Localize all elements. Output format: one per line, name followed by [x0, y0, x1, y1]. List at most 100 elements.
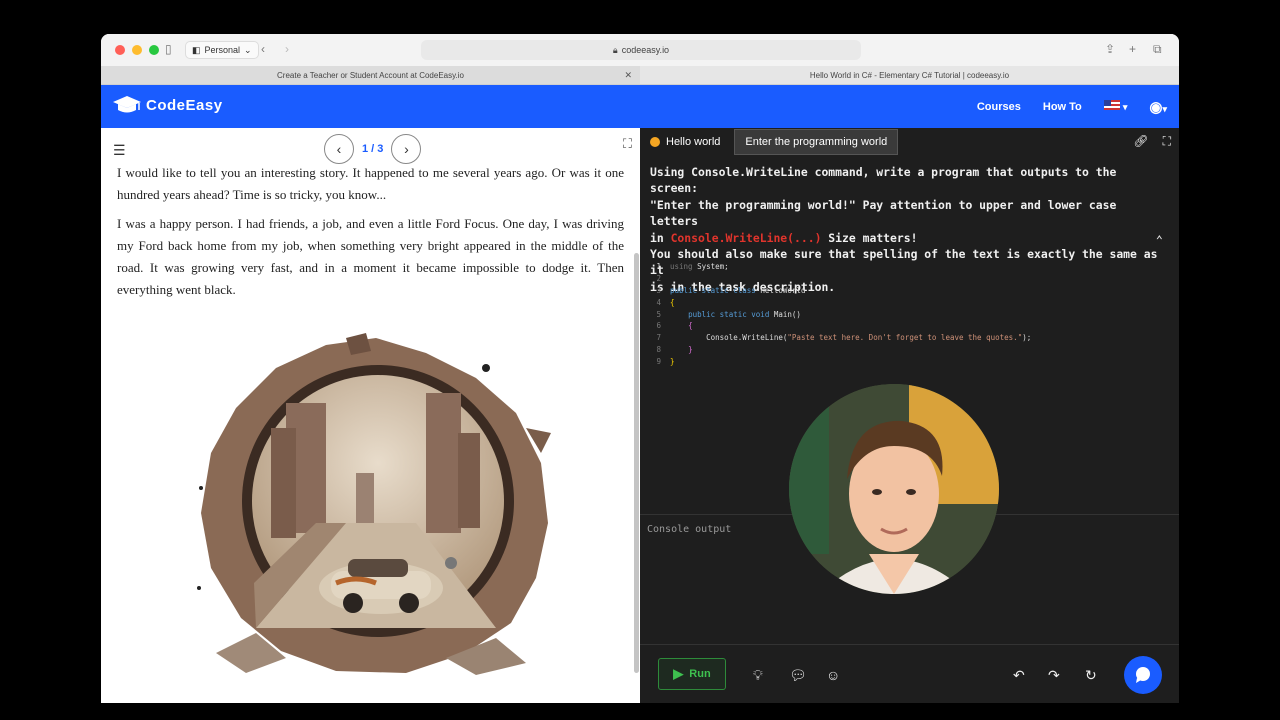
code-token: System; — [697, 262, 729, 272]
story-paragraph: I was a happy person. I had friends, a j… — [117, 216, 624, 297]
page-indicator: 1 / 3 — [362, 143, 384, 155]
code-line: 3 public static class HelloWorld — [640, 285, 1170, 297]
next-page-button[interactable]: › — [391, 134, 422, 164]
task-text: Size matters! — [821, 230, 918, 245]
tab-create-account[interactable]: Create a Teacher or Student Account at C… — [101, 66, 640, 84]
task-text: in — [650, 230, 671, 245]
profile-icon: ◧ — [192, 44, 201, 55]
tab-overview-icon[interactable]: ⧉ — [1153, 42, 1162, 57]
code-token: } — [688, 344, 693, 354]
chevron-down-icon: ▾ — [1162, 103, 1167, 114]
language-selector[interactable]: ▾ — [1103, 100, 1127, 113]
minimize-window-button[interactable] — [132, 45, 142, 55]
nav-howto[interactable]: How To — [1043, 101, 1082, 113]
forward-icon[interactable]: › — [285, 42, 289, 56]
browser-toolbar: ▯ ◧ Personal ⌄ ‹ › 🔒︎ codeeasy.io ⇪ + ⧉ — [101, 34, 1179, 66]
tab-enter-programming-world[interactable]: Enter the programming world — [734, 129, 899, 155]
profile-label: Personal — [204, 45, 241, 55]
tab-title: Hello World in C# - Elementary C# Tutori… — [809, 70, 1010, 80]
codeeasy-logo[interactable]: CodeEasy — [112, 95, 223, 115]
code-token: public static void — [688, 309, 770, 319]
task-tabs: Hello world Enter the programming world … — [640, 128, 1179, 156]
address-bar[interactable]: 🔒︎ codeeasy.io — [421, 40, 861, 60]
code-line: 8 } — [640, 344, 1170, 356]
task-line: Using Console.WriteLine command, write a… — [650, 165, 1117, 196]
link-icon[interactable]: 🔗︎ — [1133, 134, 1148, 149]
story-panel: ☰ ‹ 1 / 3 › ⛶ I would like to tell you a… — [101, 128, 640, 703]
task-line: in Console.WriteLine(...) Size matters! — [650, 230, 1169, 246]
story-scrollbar[interactable] — [634, 253, 639, 673]
console-placeholder: Console output — [647, 524, 732, 535]
fullscreen-icon[interactable]: ⛶ — [1163, 134, 1171, 149]
code-token: ); — [1022, 333, 1032, 343]
reset-icon[interactable]: ↻ — [1085, 667, 1097, 684]
task-description: Using Console.WriteLine command, write a… — [640, 156, 1179, 294]
line-number: 1 — [656, 262, 661, 272]
chevron-down-icon: ⌄ — [244, 44, 252, 55]
tab-bar: Create a Teacher or Student Account at C… — [101, 66, 1179, 85]
url-text: codeeasy.io — [621, 45, 670, 55]
line-number: 8 — [656, 344, 661, 354]
line-number: 3 — [656, 285, 661, 295]
graduation-cap-icon — [113, 96, 141, 113]
back-icon[interactable]: ‹ — [261, 42, 265, 56]
editor-controls: ▶ Run 💡︎ 💬︎ ☺ ↶ ↷ ↻ — [640, 644, 1179, 703]
story-toolbar: ☰ ‹ 1 / 3 › ⛶ — [101, 128, 640, 170]
undo-icon[interactable]: ↶ — [1013, 667, 1025, 684]
tab-label: Hello world — [666, 136, 721, 148]
window-controls — [115, 45, 159, 55]
smiley-icon[interactable]: ☺ — [826, 667, 840, 683]
new-tab-icon[interactable]: + — [1129, 42, 1136, 56]
code-token: public static class — [670, 285, 756, 295]
code-token: Console.WriteLine( — [706, 333, 788, 343]
user-menu[interactable]: ◉▾ — [1149, 98, 1167, 116]
close-window-button[interactable] — [115, 45, 125, 55]
run-label: Run — [689, 668, 711, 680]
expand-icon[interactable]: ⛶ — [623, 136, 632, 152]
tab-hello-world[interactable]: Hello World in C# - Elementary C# Tutori… — [640, 66, 1179, 84]
code-token: HelloWorld — [760, 285, 806, 295]
discussion-icon[interactable]: 💬︎ — [789, 667, 807, 684]
code-token: Main() — [773, 309, 801, 319]
redo-icon[interactable]: ↷ — [1048, 667, 1060, 684]
story-text: I would like to tell you an interesting … — [101, 162, 640, 301]
code-line: 1 using System; — [640, 261, 1170, 273]
profile-selector[interactable]: ◧ Personal ⌄ — [185, 41, 259, 59]
line-number: 6 — [656, 321, 661, 331]
code-line: 2 — [640, 273, 1170, 285]
run-button[interactable]: ▶ Run — [658, 658, 726, 690]
main-nav: Courses How To ▾ ◉▾ — [977, 85, 1167, 128]
code-line: 7 Console.WriteLine("Paste text here. Do… — [640, 332, 1170, 344]
panel-icons: 🔗︎ ⛶ — [1133, 134, 1171, 149]
sidebar-toggle-icon[interactable]: ▯ — [165, 42, 172, 56]
play-icon: ▶ — [673, 666, 684, 681]
logo-text: CodeEasy — [146, 96, 223, 114]
zoom-window-button[interactable] — [149, 45, 159, 55]
prev-page-button[interactable]: ‹ — [324, 134, 354, 164]
hamburger-menu-icon[interactable]: ☰ — [113, 142, 126, 159]
nav-courses[interactable]: Courses — [977, 101, 1021, 113]
lesson-content: ☰ ‹ 1 / 3 › ⛶ I would like to tell you a… — [101, 128, 1179, 703]
share-icon[interactable]: ⇪ — [1105, 42, 1115, 56]
code-line: 6 { — [640, 320, 1170, 332]
lightbulb-icon[interactable]: 💡︎ — [753, 667, 763, 684]
code-token: { — [688, 321, 693, 331]
code-line: 9} — [640, 355, 1170, 367]
chat-button[interactable] — [1124, 656, 1162, 694]
story-pager: ‹ 1 / 3 › — [324, 134, 422, 164]
us-flag-icon — [1103, 100, 1120, 110]
browser-window: ▯ ◧ Personal ⌄ ‹ › 🔒︎ codeeasy.io ⇪ + ⧉ … — [101, 34, 1179, 703]
line-number: 7 — [656, 333, 661, 343]
line-number: 5 — [656, 309, 661, 319]
collapse-icon[interactable]: ⌃ — [1156, 232, 1163, 248]
webcam-overlay — [789, 384, 999, 594]
close-icon[interactable]: ✕ — [624, 70, 632, 81]
code-token: { — [670, 297, 675, 307]
code-token: "Paste text here. Don't forget to leave … — [787, 333, 1023, 343]
code-token: } — [670, 356, 675, 366]
tab-label: Enter the programming world — [745, 136, 888, 148]
tab-hello-world-task[interactable]: Hello world — [640, 129, 730, 155]
task-code: Console.WriteLine(...) — [670, 230, 822, 245]
site-header: CodeEasy Courses How To ▾ ◉▾ — [101, 85, 1179, 128]
task-status-icon — [650, 137, 660, 147]
